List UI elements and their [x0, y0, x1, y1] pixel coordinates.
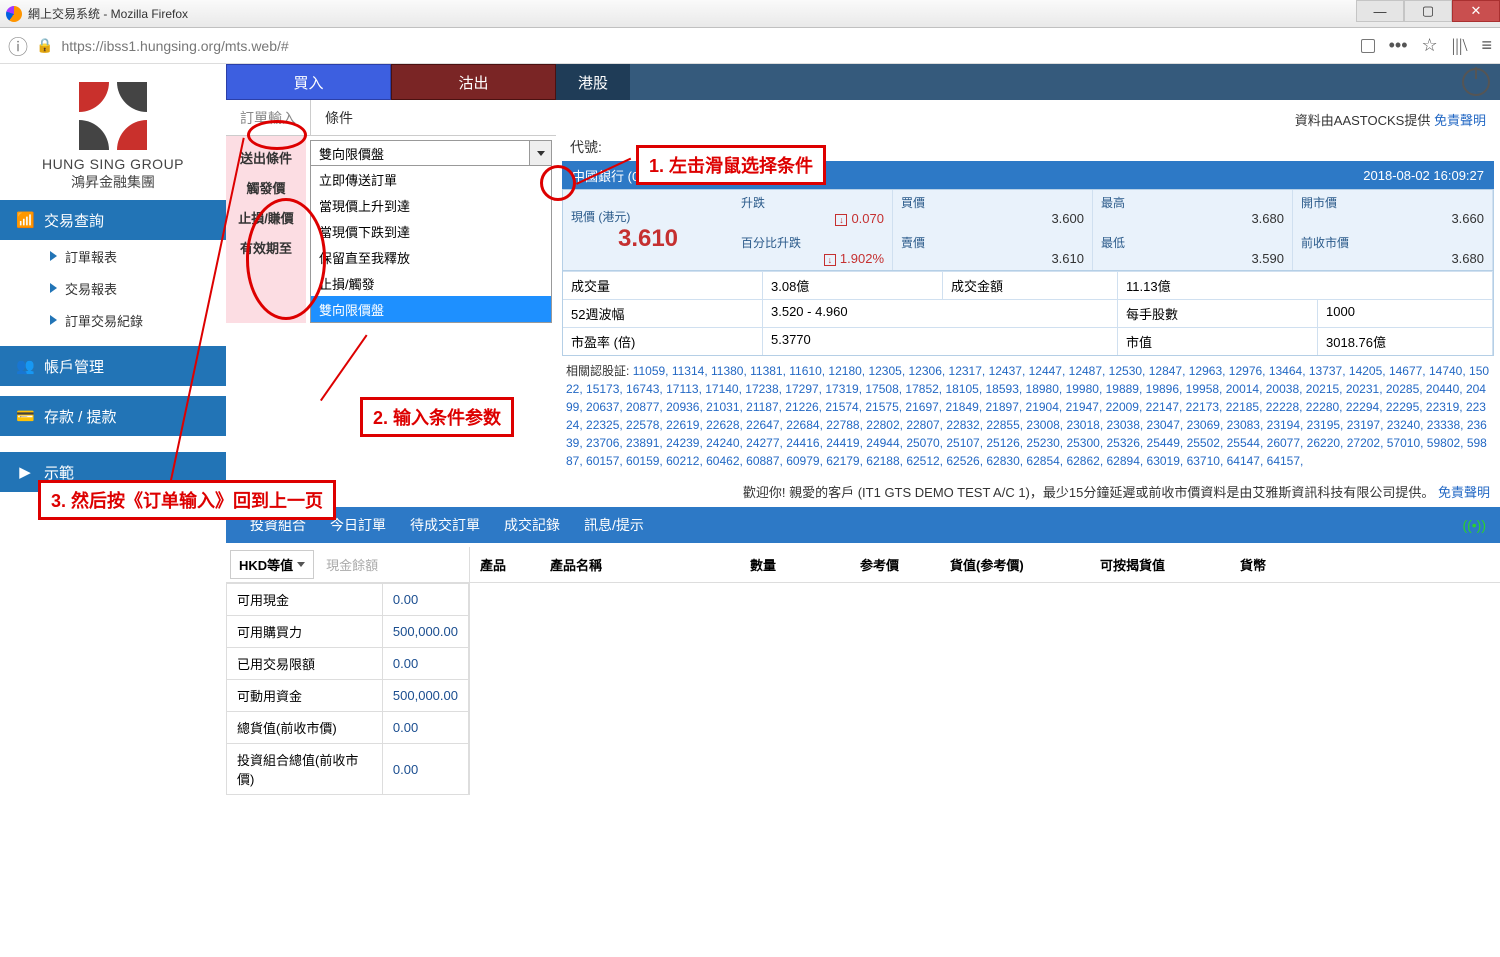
window-controls: — ▢ ✕ — [1356, 0, 1500, 22]
welcome-disclaimer-link[interactable]: 免責聲明 — [1438, 485, 1490, 500]
close-button[interactable]: ✕ — [1452, 0, 1500, 22]
address-bar: ⓘ 🔒 ••• ☆ |||\ ≡ — [0, 28, 1500, 64]
label-trigger-price: 觸發價 — [226, 172, 306, 202]
sidebar-item-order-trade-log[interactable]: 訂單交易紀錄 — [0, 304, 226, 336]
dd-opt-immediate[interactable]: 立即傳送訂單 — [311, 166, 551, 192]
sidebar-item-order-report[interactable]: 訂單報表 — [0, 240, 226, 272]
window-title: 網上交易系统 - Mozilla Firefox — [28, 5, 188, 22]
dd-opt-stop[interactable]: 止損/觸發 — [311, 270, 551, 296]
menu-trade-inquiry[interactable]: 📶交易查詢 — [0, 200, 226, 240]
tab-pending-orders[interactable]: 待成交訂單 — [410, 515, 480, 535]
chart-icon: 📶 — [16, 211, 34, 229]
user-icon: 👥 — [16, 357, 34, 375]
menu-deposit-withdraw[interactable]: 💳存款 / 提款 — [0, 396, 226, 436]
bookmark-icon[interactable]: ☆ — [1422, 35, 1438, 56]
arrow-icon — [50, 315, 57, 325]
code-label: 代號: — [570, 139, 602, 155]
portfolio-tabs: 投資組合 今日訂單 待成交訂單 成交記錄 訊息/提示 ((•)) — [226, 507, 1500, 543]
firefox-icon — [6, 6, 22, 22]
url-input[interactable] — [61, 38, 1352, 54]
condition-select[interactable]: 雙向限價盤 — [310, 140, 552, 166]
reader-icon[interactable] — [1361, 39, 1375, 53]
annotation-1: 1. 左击滑鼠选择条件 — [636, 145, 826, 185]
library-icon[interactable]: |||\ — [1452, 35, 1468, 56]
tab-messages[interactable]: 訊息/提示 — [584, 515, 644, 535]
down-arrow-icon: ↓ — [824, 254, 836, 266]
atm-icon: 💳 — [16, 407, 34, 425]
power-icon[interactable] — [1462, 68, 1490, 96]
market-tab-hk[interactable]: 港股 — [556, 64, 630, 100]
related-warrants: 相關認股証: 11059, 11314, 11380, 11381, 11610… — [566, 362, 1490, 470]
currency-selector[interactable]: HKD等值 — [230, 550, 314, 579]
dd-opt-two-way[interactable]: 雙向限價盤 — [311, 296, 551, 322]
brand-en: HUNG SING GROUP — [0, 156, 226, 172]
positions-table: 產品 產品名稱 數量 参考價 貨值(参考價) 可按揭貨值 貨幣 — [470, 547, 1500, 795]
brand-cn: 鴻昇金融集團 — [0, 172, 226, 192]
tab-today-orders[interactable]: 今日訂單 — [330, 515, 386, 535]
dd-opt-price-down[interactable]: 當現價下跌到達 — [311, 218, 551, 244]
annotation-2: 2. 输入条件参数 — [360, 397, 514, 437]
account-summary: HKD等值 現金餘額 可用現金0.00 可用購買力500,000.00 已用交易… — [226, 547, 470, 795]
dd-opt-price-up[interactable]: 當現價上升到達 — [311, 192, 551, 218]
lock-icon: 🔒 — [36, 37, 53, 54]
anno-circle-tab — [247, 120, 307, 150]
window-titlebar: 網上交易系统 - Mozilla Firefox — ▢ ✕ — [0, 0, 1500, 28]
minimize-button[interactable]: — — [1356, 0, 1404, 22]
brand-logo: HUNG SING GROUP 鴻昇金融集團 — [0, 64, 226, 200]
down-arrow-icon: ↓ — [835, 214, 847, 226]
cash-balance-label: 現金餘額 — [318, 555, 378, 574]
buy-tab[interactable]: 買入 — [226, 64, 391, 100]
dd-opt-hold[interactable]: 保留直至我釋放 — [311, 244, 551, 270]
aastocks-label: 資料由AASTOCKS提供 — [1295, 113, 1431, 128]
hamburger-icon[interactable]: ≡ — [1481, 35, 1492, 56]
condition-dropdown-list: 立即傳送訂單 當現價上升到達 當現價下跌到達 保留直至我釋放 止損/觸發 雙向限… — [310, 166, 552, 323]
annotation-3: 3. 然后按《订单输入》回到上一页 — [38, 480, 336, 520]
dropdown-arrow-icon[interactable] — [529, 141, 551, 165]
current-price: 現價 (港元) 3.610 — [563, 190, 733, 270]
maximize-button[interactable]: ▢ — [1404, 0, 1452, 22]
tab-condition[interactable]: 條件 — [311, 100, 367, 135]
menu-dots-icon[interactable]: ••• — [1389, 35, 1408, 56]
arrow-icon — [50, 283, 57, 293]
play-icon: ▶ — [16, 463, 34, 481]
welcome-text: 歡迎你! 親愛的客戶 (IT1 GTS DEMO TEST A/C 1)，最少1… — [226, 476, 1500, 507]
tab-trade-records[interactable]: 成交記錄 — [504, 515, 560, 535]
sell-tab[interactable]: 沽出 — [391, 64, 556, 100]
live-indicator-icon: ((•)) — [1462, 517, 1486, 533]
disclaimer-link[interactable]: 免責聲明 — [1434, 113, 1486, 128]
anno-circle-dropdown — [540, 165, 576, 201]
info-icon[interactable]: ⓘ — [8, 31, 28, 60]
arrow-icon — [50, 251, 57, 261]
quote-pane: 港股 資料由AASTOCKS提供 免責聲明 代號: 中國銀行 (03988) -… — [556, 64, 1500, 476]
sidebar-item-trade-report[interactable]: 交易報表 — [0, 272, 226, 304]
anno-circle-labels — [246, 198, 326, 320]
